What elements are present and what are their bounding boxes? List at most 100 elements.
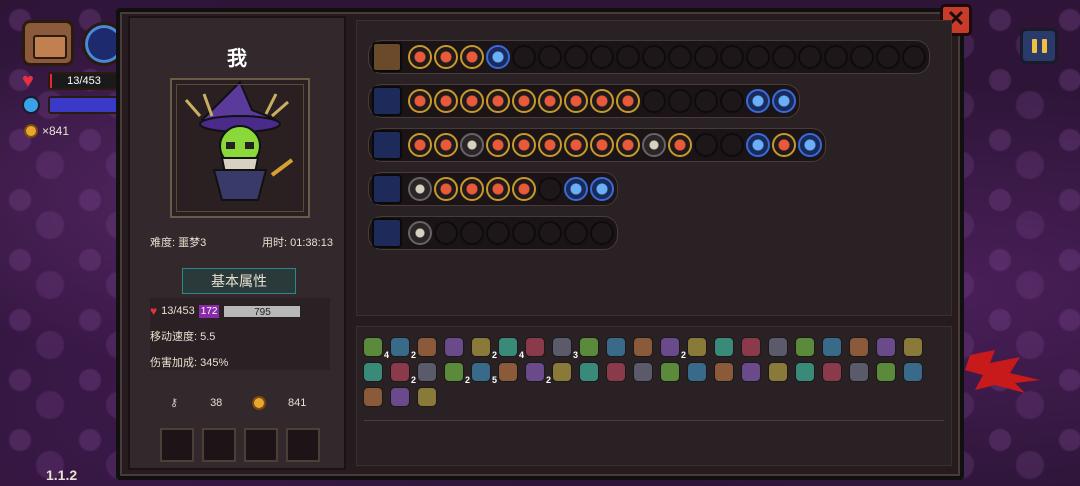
empty-slot[interactable] xyxy=(486,221,510,245)
item-slot[interactable] xyxy=(794,361,816,383)
wand-icon[interactable] xyxy=(372,218,402,248)
empty-slot[interactable] xyxy=(538,177,562,201)
item-slot[interactable]: 2 xyxy=(659,336,686,360)
empty-slot[interactable] xyxy=(720,89,744,113)
spell-slot[interactable] xyxy=(772,133,796,157)
staff-icon[interactable] xyxy=(372,130,402,160)
item-slot[interactable] xyxy=(416,336,438,358)
empty-slot[interactable] xyxy=(460,221,484,245)
item-slot[interactable] xyxy=(767,361,789,383)
empty-slot[interactable] xyxy=(876,45,900,69)
item-slot[interactable]: 5 xyxy=(470,361,497,385)
spell-slot[interactable] xyxy=(512,177,536,201)
equipment-slot[interactable] xyxy=(160,428,194,462)
staff-icon[interactable] xyxy=(372,86,402,116)
item-slot[interactable] xyxy=(848,361,870,383)
empty-slot[interactable] xyxy=(616,45,640,69)
spell-slot[interactable] xyxy=(408,89,432,113)
item-slot[interactable]: 4 xyxy=(362,336,389,360)
empty-slot[interactable] xyxy=(564,45,588,69)
spell-slot[interactable] xyxy=(746,133,770,157)
item-slot[interactable] xyxy=(902,361,924,383)
spell-slot[interactable] xyxy=(460,89,484,113)
item-slot[interactable] xyxy=(497,361,519,383)
item-slot[interactable] xyxy=(362,386,384,408)
chest-icon[interactable] xyxy=(22,20,74,66)
item-slot[interactable] xyxy=(767,336,789,358)
item-slot[interactable] xyxy=(551,361,573,383)
spell-slot[interactable] xyxy=(590,177,614,201)
spell-slot[interactable] xyxy=(512,133,536,157)
item-slot[interactable]: 2 xyxy=(470,336,497,360)
empty-slot[interactable] xyxy=(902,45,926,69)
empty-slot[interactable] xyxy=(512,45,536,69)
spell-slot[interactable] xyxy=(616,89,640,113)
item-slot[interactable] xyxy=(578,336,600,358)
spell-slot[interactable] xyxy=(486,45,510,69)
item-slot[interactable] xyxy=(686,361,708,383)
spell-slot[interactable] xyxy=(486,177,510,201)
item-slot[interactable] xyxy=(524,336,546,358)
spell-slot[interactable] xyxy=(590,133,614,157)
spell-slot[interactable] xyxy=(460,45,484,69)
equipment-slot[interactable] xyxy=(202,428,236,462)
empty-slot[interactable] xyxy=(720,45,744,69)
spell-slot[interactable] xyxy=(434,133,458,157)
item-slot[interactable]: 2 xyxy=(443,361,470,385)
empty-slot[interactable] xyxy=(720,133,744,157)
item-slot[interactable] xyxy=(875,361,897,383)
equipment-slot[interactable] xyxy=(286,428,320,462)
spell-slot[interactable] xyxy=(408,133,432,157)
spell-slot[interactable] xyxy=(434,45,458,69)
empty-slot[interactable] xyxy=(538,221,562,245)
equipment-slot[interactable] xyxy=(244,428,278,462)
spell-slot[interactable] xyxy=(564,177,588,201)
empty-slot[interactable] xyxy=(798,45,822,69)
empty-slot[interactable] xyxy=(850,45,874,69)
item-slot[interactable] xyxy=(794,336,816,358)
empty-slot[interactable] xyxy=(590,45,614,69)
spell-slot[interactable] xyxy=(460,133,484,157)
item-slot[interactable] xyxy=(416,361,438,383)
spell-slot[interactable] xyxy=(486,89,510,113)
item-slot[interactable] xyxy=(740,336,762,358)
empty-slot[interactable] xyxy=(512,221,536,245)
item-slot[interactable] xyxy=(632,336,654,358)
empty-slot[interactable] xyxy=(694,45,718,69)
item-slot[interactable] xyxy=(821,361,843,383)
spell-slot[interactable] xyxy=(434,177,458,201)
spell-slot[interactable] xyxy=(642,133,666,157)
empty-slot[interactable] xyxy=(668,45,692,69)
item-slot[interactable] xyxy=(821,336,843,358)
item-slot[interactable]: 2 xyxy=(524,361,551,385)
item-slot[interactable] xyxy=(686,336,708,358)
empty-slot[interactable] xyxy=(668,89,692,113)
item-slot[interactable] xyxy=(659,361,681,383)
item-slot[interactable]: 4 xyxy=(497,336,524,360)
spell-slot[interactable] xyxy=(564,133,588,157)
empty-slot[interactable] xyxy=(772,45,796,69)
spell-slot[interactable] xyxy=(564,89,588,113)
spell-slot[interactable] xyxy=(590,89,614,113)
chest-icon[interactable] xyxy=(372,42,402,72)
empty-slot[interactable] xyxy=(538,45,562,69)
wand-icon[interactable] xyxy=(372,174,402,204)
spell-slot[interactable] xyxy=(408,45,432,69)
spell-slot[interactable] xyxy=(798,133,822,157)
empty-slot[interactable] xyxy=(564,221,588,245)
spell-slot[interactable] xyxy=(668,133,692,157)
basic-attributes-tab[interactable]: 基本属性 xyxy=(182,268,296,294)
spell-slot[interactable] xyxy=(772,89,796,113)
spell-slot[interactable] xyxy=(486,133,510,157)
item-slot[interactable] xyxy=(740,361,762,383)
spell-slot[interactable] xyxy=(746,89,770,113)
item-slot[interactable]: 2 xyxy=(389,361,416,385)
item-slot[interactable] xyxy=(605,336,627,358)
spell-slot[interactable] xyxy=(408,177,432,201)
item-slot[interactable]: 2 xyxy=(389,336,416,360)
empty-slot[interactable] xyxy=(824,45,848,69)
spell-slot[interactable] xyxy=(460,177,484,201)
item-slot[interactable] xyxy=(713,361,735,383)
empty-slot[interactable] xyxy=(434,221,458,245)
item-slot[interactable] xyxy=(605,361,627,383)
